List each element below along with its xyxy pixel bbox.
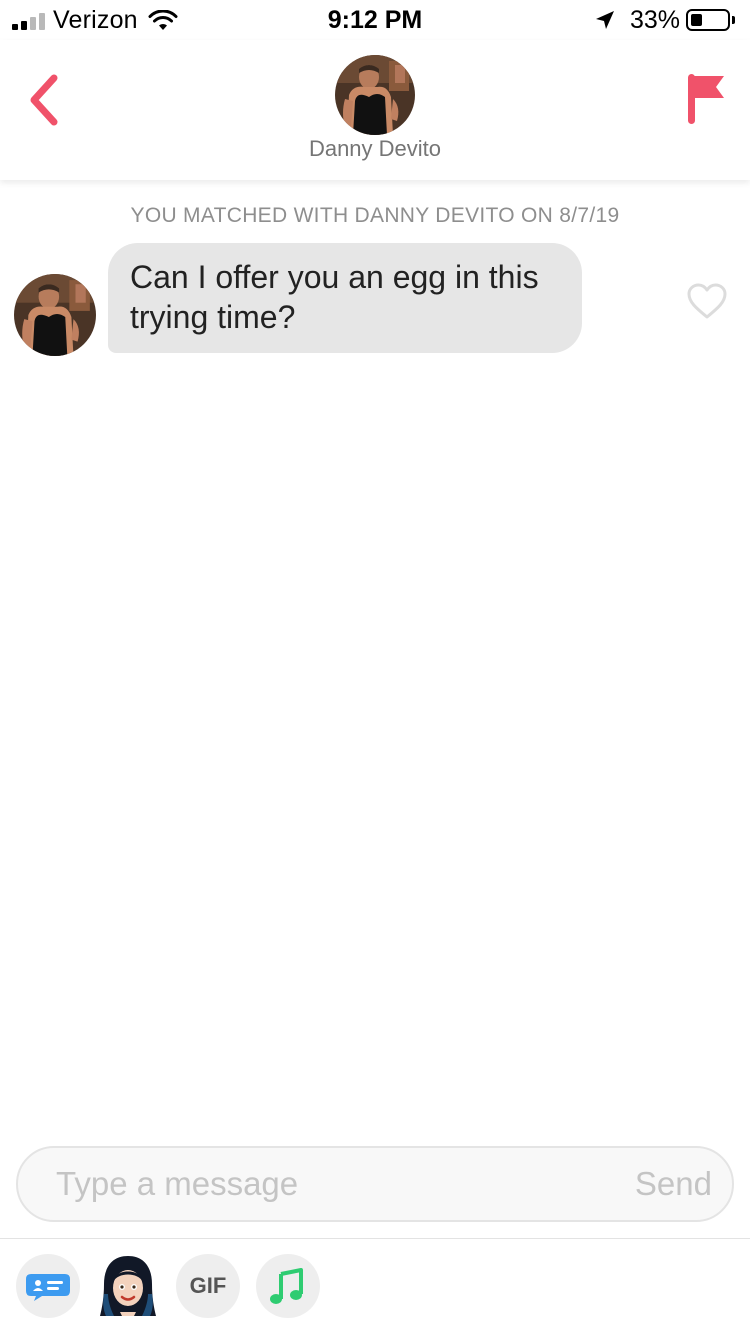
- message-sender-avatar[interactable]: [14, 274, 96, 356]
- heart-icon: [687, 283, 727, 319]
- toolbar-divider: [0, 1238, 750, 1239]
- contact-card-button[interactable]: [16, 1254, 80, 1318]
- battery-icon: [686, 9, 730, 31]
- profile-photo: [335, 55, 415, 135]
- bitmoji-icon: [100, 1256, 156, 1316]
- match-banner: YOU MATCHED WITH DANNY DEVITO ON 8/7/19: [130, 204, 620, 227]
- message-composer: Send: [16, 1146, 734, 1222]
- contact-avatar[interactable]: [335, 55, 415, 135]
- send-button[interactable]: Send: [635, 1161, 712, 1207]
- flag-icon: [688, 74, 724, 124]
- report-button[interactable]: [684, 70, 730, 126]
- music-button[interactable]: [256, 1254, 320, 1318]
- message-input[interactable]: [56, 1161, 596, 1207]
- back-button[interactable]: [18, 70, 70, 130]
- battery-tip: [732, 16, 735, 24]
- battery-level: [691, 14, 702, 26]
- contact-name[interactable]: Danny Devito: [0, 136, 750, 162]
- profile-photo: [14, 274, 96, 356]
- like-message-button[interactable]: [686, 282, 728, 320]
- status-bar: Verizon 9:12 PM 33%: [0, 0, 750, 40]
- chat-screen: Verizon 9:12 PM 33% Danny Devito YOU MAT…: [0, 0, 750, 1334]
- gif-button[interactable]: GIF: [176, 1254, 240, 1318]
- chat-bubble-icon: [26, 1274, 70, 1301]
- chevron-left-icon: [30, 74, 58, 126]
- chat-header: Danny Devito: [0, 40, 750, 180]
- message-bubble[interactable]: Can I offer you an egg in this trying ti…: [108, 243, 582, 353]
- battery-percent: 33%: [630, 6, 681, 34]
- bitmoji-button[interactable]: [96, 1254, 160, 1318]
- music-note-icon: [270, 1268, 303, 1304]
- gif-icon: GIF: [189, 1273, 227, 1298]
- location-arrow-icon: [596, 11, 614, 29]
